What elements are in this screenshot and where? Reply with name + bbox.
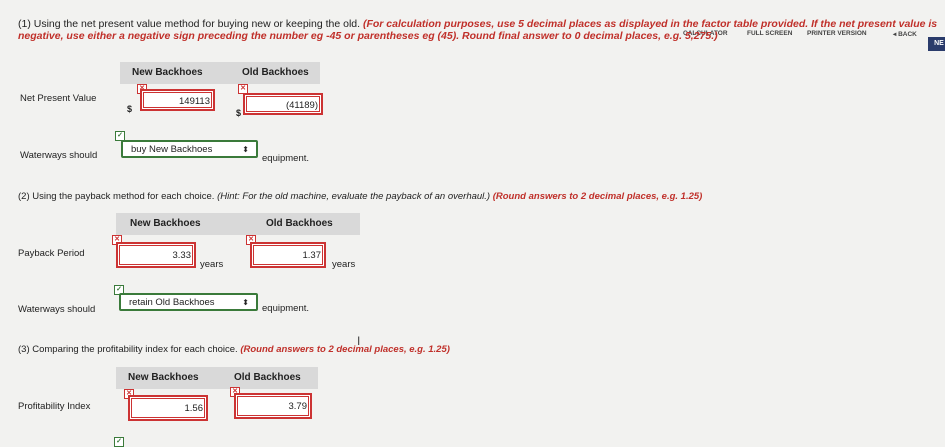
q2-col-new: New Backhoes [130, 218, 201, 229]
q1-question: (1) Using the net present value method f… [18, 18, 938, 42]
q1-decision-select[interactable]: buy New Backhoes ⬍ [121, 140, 258, 158]
q3-instructions: (Round answers to 2 decimal places, e.g.… [240, 344, 450, 355]
select-arrow-icon: ⬍ [242, 298, 249, 307]
text-cursor-icon: I [357, 334, 361, 348]
q2-question: (2) Using the payback method for each ch… [18, 191, 702, 202]
q2-should-label: Waterways should [18, 304, 96, 315]
q1-col-old: Old Backhoes [242, 67, 309, 78]
q1-npv-new-input[interactable]: 149113 [140, 89, 215, 111]
q2-decision-select[interactable]: retain Old Backhoes ⬍ [119, 293, 258, 311]
select-arrow-icon: ⬍ [242, 145, 249, 154]
q3-header-band: New Backhoes Old Backhoes [116, 367, 318, 389]
q1-col-new: New Backhoes [132, 67, 203, 78]
q1-should-label: Waterways should [20, 150, 98, 161]
q3-question: (3) Comparing the profitability index fo… [18, 344, 450, 355]
q3-row-label: Profitability Index [18, 401, 91, 412]
q2-prefix: (2) Using the payback method for each ch… [18, 191, 218, 202]
q1-after-label: equipment. [262, 153, 310, 164]
q1-row-label: Net Present Value [20, 93, 97, 104]
q2-row-label: Payback Period [18, 248, 85, 259]
q3-index-new-input[interactable]: 1.56 [128, 395, 208, 421]
q2-col-old: Old Backhoes [266, 218, 333, 229]
q3-index-old-input[interactable]: 3.79 [234, 393, 312, 419]
q3-prefix: (3) Comparing the profitability index fo… [18, 344, 241, 355]
q2-after-label: equipment. [262, 303, 310, 314]
q2-payback-new-input[interactable]: 3.33 [116, 242, 196, 268]
q2-select-value: retain Old Backhoes [129, 297, 215, 308]
q2-payback-old-input[interactable]: 1.37 [250, 242, 326, 268]
q2-hint: (Hint: For the old machine, evaluate the… [217, 191, 491, 202]
q1-header-band: New Backhoes Old Backhoes [120, 62, 320, 84]
q3-col-old: Old Backhoes [234, 372, 301, 383]
q1-select-value: buy New Backhoes [131, 144, 213, 155]
q1-prefix: (1) Using the net present value method f… [18, 18, 363, 30]
q2-old-unit: years [332, 259, 356, 270]
q1-new-currency: $ [127, 104, 133, 114]
q2-new-unit: years [200, 259, 224, 270]
q3-col-new: New Backhoes [128, 372, 199, 383]
q2-instructions: (Round answers to 2 decimal places, e.g.… [492, 191, 703, 202]
q2-header-band: New Backhoes Old Backhoes [116, 213, 360, 235]
q3-correct-icon: ✓ [114, 437, 124, 447]
q1-npv-old-input[interactable]: (41189) [243, 93, 323, 115]
q1-old-currency: $ [236, 108, 242, 118]
